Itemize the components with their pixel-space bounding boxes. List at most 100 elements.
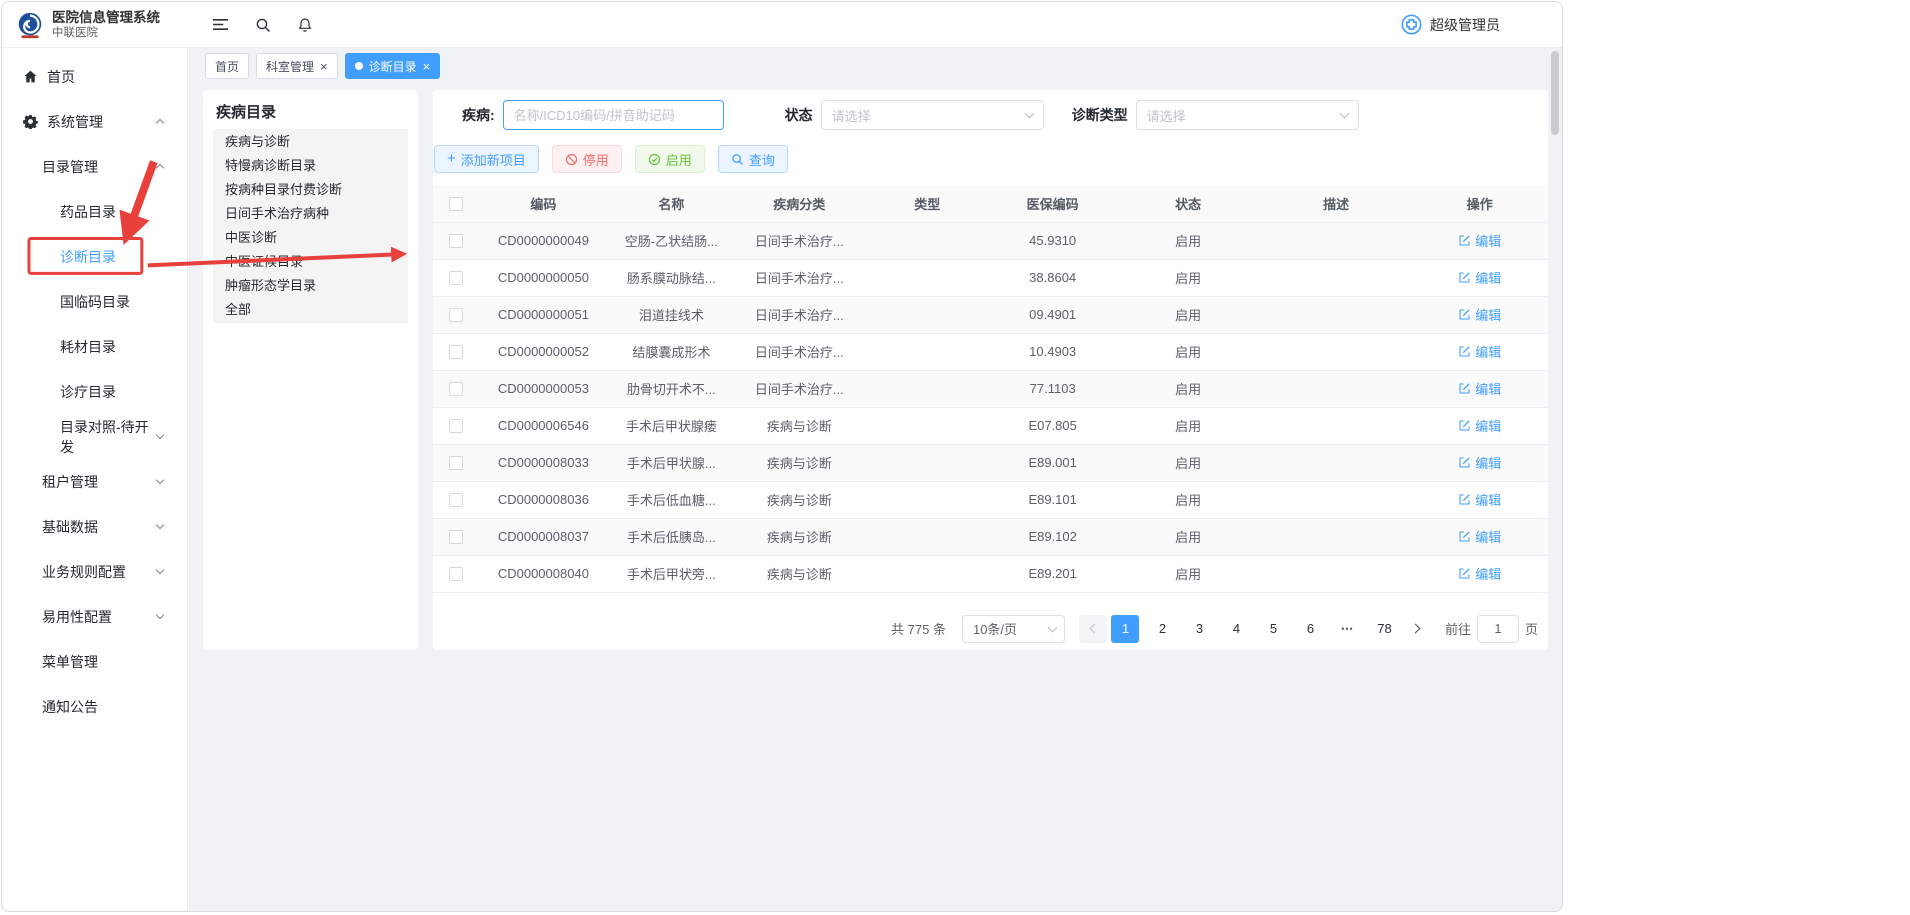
chevron-down-icon <box>156 476 164 484</box>
tab-diagnosis-catalog[interactable]: 诊断目录× <box>345 53 441 79</box>
row-checkbox[interactable] <box>449 456 463 470</box>
row-select-cell <box>433 555 478 592</box>
row-checkbox[interactable] <box>449 530 463 544</box>
cell-description <box>1261 518 1412 555</box>
catalog-item-per-disease-payment-diagnosis[interactable]: 按病种目录付费诊断 <box>213 178 408 202</box>
edit-button[interactable]: 编辑 <box>1458 564 1501 583</box>
sidebar-item-system-management[interactable]: 系统管理 <box>2 99 187 144</box>
sidebar-item-business-rules-config[interactable]: 业务规则配置 <box>2 549 187 594</box>
status-select[interactable]: 请选择 <box>821 100 1044 130</box>
edit-icon <box>1458 567 1471 580</box>
page-button-6[interactable]: 6 <box>1296 615 1324 643</box>
page-button-78[interactable]: 78 <box>1370 615 1398 643</box>
edit-button[interactable]: 编辑 <box>1458 490 1501 509</box>
chevron-down-icon <box>1048 622 1058 632</box>
edit-button[interactable]: 编辑 <box>1458 342 1501 361</box>
sidebar-item-catalog-mapping[interactable]: 目录对照-待开发 <box>2 414 187 459</box>
cell-status: 启用 <box>1115 370 1261 407</box>
catalog-item-tumor-morphology-catalog[interactable]: 肿瘤形态学目录 <box>213 274 408 298</box>
sidebar-item-notice[interactable]: 通知公告 <box>2 684 187 729</box>
collapse-menu-icon[interactable] <box>212 17 229 32</box>
goto-page-input[interactable] <box>1477 615 1519 643</box>
cell-type <box>865 296 990 333</box>
tab-label: 科室管理 <box>266 58 314 75</box>
diagnosis-type-select-value: 请选择 <box>1147 106 1186 125</box>
catalog-item-tcm-diagnosis[interactable]: 中医诊断 <box>213 226 408 250</box>
edit-button[interactable]: 编辑 <box>1458 231 1501 250</box>
sidebar-item-menu-management[interactable]: 菜单管理 <box>2 639 187 684</box>
page-button-2[interactable]: 2 <box>1148 615 1176 643</box>
add-item-button[interactable]: + 添加新项目 <box>434 145 539 173</box>
sidebar-item-catalog-management[interactable]: 目录管理 <box>2 144 187 189</box>
cell-name: 泪道挂线术 <box>609 296 734 333</box>
row-checkbox[interactable] <box>449 382 463 396</box>
disease-catalog-panel: 疾病目录 疾病与诊断特慢病诊断目录按病种目录付费诊断日间手术治疗病种中医诊断中医… <box>203 90 418 650</box>
bell-icon[interactable] <box>297 17 313 33</box>
sidebar-item-home[interactable]: 首页 <box>2 54 187 99</box>
row-checkbox[interactable] <box>449 345 463 359</box>
page-size-select[interactable]: 10条/页 <box>962 615 1065 643</box>
catalog-item-day-surgery-disease[interactable]: 日间手术治疗病种 <box>213 202 408 226</box>
page-button-4[interactable]: 4 <box>1222 615 1250 643</box>
page-button-5[interactable]: 5 <box>1259 615 1287 643</box>
row-checkbox[interactable] <box>449 567 463 581</box>
edit-icon <box>1458 234 1471 247</box>
edit-button[interactable]: 编辑 <box>1458 379 1501 398</box>
sidebar-item-consumable-catalog[interactable]: 耗材目录 <box>2 324 187 369</box>
catalog-item-all[interactable]: 全部 <box>213 298 408 322</box>
next-page-button[interactable] <box>1403 615 1431 643</box>
query-button[interactable]: 查询 <box>718 145 788 173</box>
disable-button[interactable]: 停用 <box>552 145 622 173</box>
search-icon[interactable] <box>255 17 271 33</box>
disease-search-input[interactable] <box>503 100 724 130</box>
tab-department-management[interactable]: 科室管理 × <box>256 53 338 79</box>
sidebar-item-usability-config[interactable]: 易用性配置 <box>2 594 187 639</box>
diagnosis-type-select[interactable]: 请选择 <box>1136 100 1359 130</box>
row-checkbox[interactable] <box>449 271 463 285</box>
column-header: 操作 <box>1411 185 1548 222</box>
sidebar-item-treatment-catalog[interactable]: 诊疗目录 <box>2 369 187 414</box>
column-header: 名称 <box>609 185 734 222</box>
close-icon[interactable]: × <box>423 60 431 73</box>
edit-icon <box>1458 419 1471 432</box>
edit-icon <box>1458 530 1471 543</box>
edit-label: 编辑 <box>1475 527 1501 546</box>
column-header: 医保编码 <box>990 185 1115 222</box>
cell-name: 结膜囊成形术 <box>609 333 734 370</box>
table-body: CD0000000049空肠-乙状结肠...日间手术治疗...45.9310启用… <box>433 222 1548 592</box>
cell-status: 启用 <box>1115 444 1261 481</box>
edit-button[interactable]: 编辑 <box>1458 416 1501 435</box>
content-area: 疾病目录 疾病与诊断特慢病诊断目录按病种目录付费诊断日间手术治疗病种中医诊断中医… <box>189 84 1562 650</box>
edit-button[interactable]: 编辑 <box>1458 268 1501 287</box>
edit-icon <box>1458 382 1471 395</box>
close-icon[interactable]: × <box>320 60 328 73</box>
page-button-1[interactable]: 1 <box>1111 615 1139 643</box>
edit-button[interactable]: 编辑 <box>1458 305 1501 324</box>
edit-button[interactable]: 编辑 <box>1458 527 1501 546</box>
sidebar-item-tenant-management[interactable]: 租户管理 <box>2 459 187 504</box>
cell-category: 疾病与诊断 <box>734 555 864 592</box>
select-all-checkbox[interactable] <box>449 197 463 211</box>
row-checkbox[interactable] <box>449 419 463 433</box>
catalog-item-tcm-syndrome-catalog[interactable]: 中医证候目录 <box>213 250 408 274</box>
hospital-name: 中联医院 <box>52 26 160 40</box>
sidebar-item-label: 租户管理 <box>42 472 98 492</box>
sidebar-item-national-code-catalog[interactable]: 国临码目录 <box>2 279 187 324</box>
row-checkbox[interactable] <box>449 234 463 248</box>
page-button-3[interactable]: 3 <box>1185 615 1213 643</box>
row-checkbox[interactable] <box>449 308 463 322</box>
row-checkbox[interactable] <box>449 493 463 507</box>
table-row: CD0000000053肋骨切开术不...日间手术治疗...77.1103启用编… <box>433 370 1548 407</box>
cell-type <box>865 555 990 592</box>
user-menu[interactable]: 超级管理员 <box>1400 13 1500 36</box>
sidebar-item-drug-catalog[interactable]: 药品目录 <box>2 189 187 234</box>
sidebar-item-diagnosis-catalog[interactable]: 诊断目录 <box>2 234 187 279</box>
scrollbar-thumb[interactable] <box>1551 51 1559 135</box>
edit-button[interactable]: 编辑 <box>1458 453 1501 472</box>
enable-button[interactable]: 启用 <box>635 145 705 173</box>
sidebar-item-basic-data[interactable]: 基础数据 <box>2 504 187 549</box>
tab-home[interactable]: 首页 <box>205 53 249 79</box>
prev-page-button[interactable] <box>1079 615 1107 643</box>
catalog-item-special-chronic-diagnosis[interactable]: 特慢病诊断目录 <box>213 154 408 178</box>
catalog-item-disease-diagnosis[interactable]: 疾病与诊断 <box>213 130 408 154</box>
